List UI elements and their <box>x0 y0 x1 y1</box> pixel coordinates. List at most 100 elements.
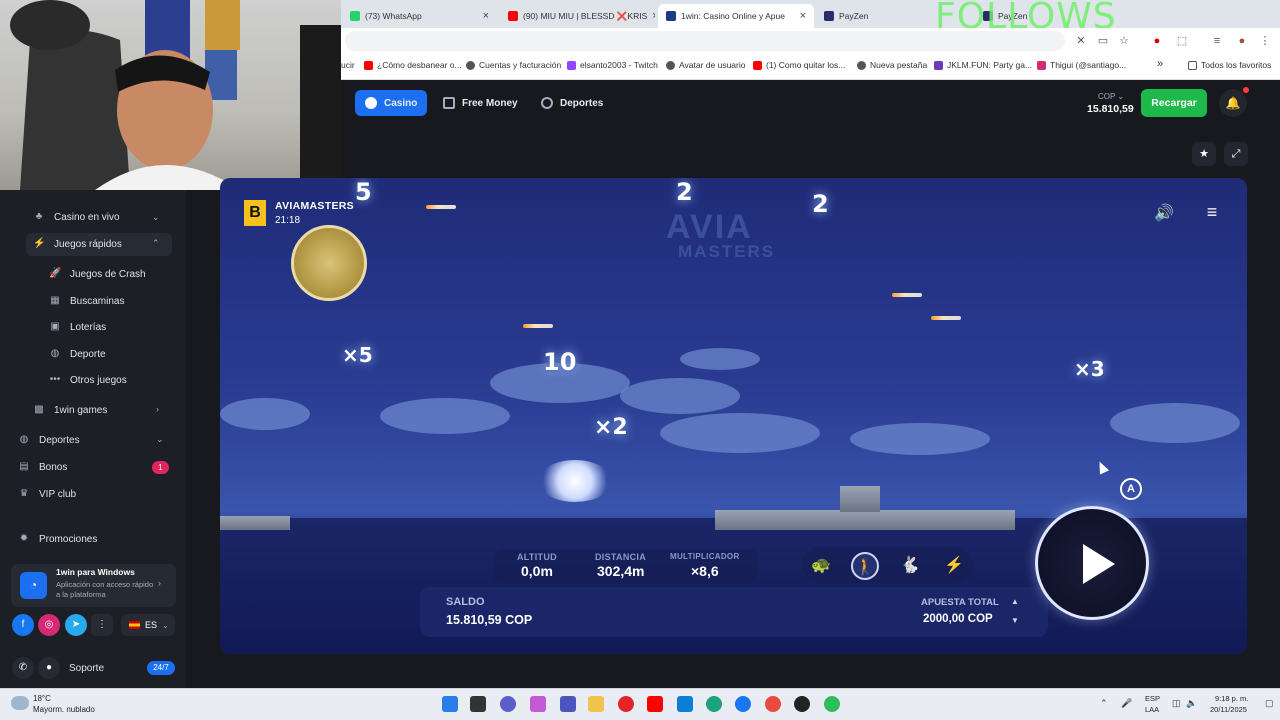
rabbit-icon[interactable]: 🐇 <box>896 552 924 580</box>
input-layout[interactable]: LAA <box>1145 705 1159 714</box>
notification-icon[interactable]: ▢ <box>1265 698 1274 709</box>
bookmark[interactable]: ucir <box>341 60 355 70</box>
sidebar-item-bonos[interactable]: ▤ Bonos <box>18 456 67 478</box>
obs-icon[interactable] <box>794 696 810 712</box>
sidebar-item-1win-games[interactable]: ▩ 1win games <box>33 399 107 421</box>
sidebar-item-vip-club[interactable]: ♛ VIP club <box>18 483 77 505</box>
lightning-icon[interactable]: ⚡ <box>940 552 968 580</box>
facebook-icon[interactable]: f <box>12 614 34 636</box>
sidebar-item-juegos-de-crash[interactable]: 🚀 Juegos de Crash <box>49 263 146 285</box>
chat-icon[interactable]: ● <box>38 657 60 679</box>
chrome-profile-icon[interactable] <box>824 696 840 712</box>
recargar-button[interactable]: Recargar <box>1141 89 1207 117</box>
telegram-icon[interactable]: ➤ <box>65 614 87 636</box>
sidebar-item-juegos-rapidos[interactable]: ⚡ Juegos rápidos <box>33 233 122 255</box>
nav-deportes[interactable]: Deportes <box>531 90 613 116</box>
language-select[interactable]: ES ⌄ <box>121 614 175 636</box>
task-view-icon[interactable] <box>470 696 486 712</box>
balance-currency[interactable]: COP ⌄ <box>1098 92 1124 101</box>
tab-1win[interactable]: 1win: Casino Online y Apue × <box>658 4 814 28</box>
carrier-tower <box>840 486 880 512</box>
bet-decrease-icon[interactable]: ▼ <box>1011 616 1019 625</box>
turtle-icon[interactable]: 🐢 <box>807 552 835 580</box>
tab-youtube[interactable]: (90) MIU MIU | BLESSD ❌KRIS × <box>500 4 655 28</box>
weather-cloud-icon[interactable] <box>11 696 29 710</box>
sound-icon[interactable]: 🔊 <box>1154 203 1174 223</box>
bell-icon[interactable]: 🔔 <box>1219 89 1247 117</box>
sidebar-item-casino-en-vivo[interactable]: ♣ Casino en vivo <box>33 206 120 228</box>
gamepad-icon: ▩ <box>34 404 44 415</box>
play-button[interactable] <box>1035 506 1149 620</box>
sidebar-item-label: Bonos <box>39 461 68 473</box>
more-vertical-icon[interactable]: ⋮ <box>91 614 113 636</box>
bookmark[interactable]: Nueva pestaña <box>857 60 927 70</box>
bookmark[interactable]: Thigui (@santiago... <box>1037 60 1126 70</box>
instagram-icon[interactable]: ◎ <box>38 614 60 636</box>
sidebar-item-promociones[interactable]: ✹ Promociones <box>18 528 98 550</box>
tab-whatsapp[interactable]: (73) WhatsApp × <box>342 4 497 28</box>
missile <box>931 316 961 320</box>
bookmarks-overflow[interactable]: » <box>1157 58 1163 70</box>
weather-temp[interactable]: 18°C <box>33 694 51 703</box>
menu-icon[interactable]: ≡ <box>1202 203 1222 223</box>
multiplicador-value: ×8,6 <box>691 563 719 579</box>
sidebar-item-loterias[interactable]: ▣ Loterías <box>49 316 106 338</box>
bookmark[interactable]: (1) Como quitar los... <box>753 60 845 70</box>
opera-icon[interactable] <box>618 696 634 712</box>
close-icon[interactable]: × <box>483 10 489 22</box>
sidebar-item-otros-juegos[interactable]: ••• Otros juegos <box>49 369 127 391</box>
chat-app-icon[interactable] <box>500 696 516 712</box>
edge-icon[interactable] <box>706 696 722 712</box>
bookmark[interactable]: elsanto2003 - Twitch <box>567 60 658 70</box>
walk-icon[interactable]: 🚶 <box>851 552 879 580</box>
tray-chevron-icon[interactable]: ⌃ <box>1100 698 1108 709</box>
input-language[interactable]: ESP <box>1145 694 1160 703</box>
sidebar-item-deporte[interactable]: ◍ Deporte <box>49 343 106 365</box>
teams-icon[interactable] <box>560 696 576 712</box>
nav-casino[interactable]: Casino <box>355 90 428 116</box>
bookmark[interactable]: JKLM.FUN: Party ga... <box>934 60 1032 70</box>
weather-desc[interactable]: Mayorm. nublado <box>33 705 95 714</box>
bookmark-all[interactable]: Todos los favoritos <box>1188 60 1271 70</box>
clock-time[interactable]: 9:18 p. m. <box>1215 694 1248 703</box>
close-icon[interactable]: × <box>652 10 655 22</box>
media-icon[interactable]: ≡ <box>1210 34 1224 48</box>
clock-date[interactable]: 20/11/2025 <box>1210 705 1247 714</box>
bookmark-label: » <box>1157 58 1164 70</box>
fullscreen-icon[interactable]: ⤢ <box>1224 142 1248 166</box>
cast-icon[interactable]: ▭ <box>1096 34 1110 48</box>
soporte-link[interactable]: Soporte <box>69 657 104 679</box>
sidebar-item-label: Casino en vivo <box>54 211 120 223</box>
windows-start-icon[interactable] <box>442 696 458 712</box>
mute-icon[interactable]: ✕ <box>1074 34 1088 48</box>
game-area[interactable]: B AVIAMASTERS 21:18 AVIA MASTERS 5 2 2 ×… <box>220 178 1247 654</box>
wifi-icon[interactable]: ◫ <box>1172 698 1181 709</box>
url-input[interactable] <box>345 31 1065 51</box>
game-brand: AVIAMASTERS <box>275 200 354 212</box>
bookmark[interactable]: Cuentas y facturación <box>466 60 561 70</box>
facebook-icon[interactable] <box>735 696 751 712</box>
copilot-icon[interactable] <box>530 696 546 712</box>
star-icon[interactable]: ☆ <box>1117 34 1131 48</box>
chrome-icon[interactable] <box>765 696 781 712</box>
nav-free-money[interactable]: Free Money <box>433 90 528 116</box>
bet-increase-icon[interactable]: ▲ <box>1011 597 1019 606</box>
profile-avatar[interactable]: ● <box>1235 34 1249 48</box>
favorite-star-icon[interactable]: ★ <box>1192 142 1216 166</box>
autoplay-icon[interactable]: A <box>1120 478 1142 500</box>
file-explorer-icon[interactable] <box>588 696 604 712</box>
phone-icon[interactable]: ✆ <box>12 657 34 679</box>
volume-icon[interactable]: 🔈 <box>1186 698 1197 709</box>
sidebar-item-buscaminas[interactable]: ▦ Buscaminas <box>49 290 124 312</box>
sidebar-item-deportes[interactable]: ◍ Deportes <box>18 429 80 451</box>
youtube-icon[interactable] <box>647 696 663 712</box>
extensions-icon[interactable]: ⬚ <box>1175 34 1189 48</box>
opera-icon[interactable]: ● <box>1150 34 1164 48</box>
more-icon[interactable]: ⋮ <box>1258 34 1272 48</box>
bookmark[interactable]: ¿Cómo desbanear o... <box>364 60 462 70</box>
store-icon[interactable] <box>677 696 693 712</box>
close-icon[interactable]: × <box>800 10 806 22</box>
bookmark[interactable]: Avatar de usuario <box>666 60 745 70</box>
microphone-icon[interactable]: 🎤 <box>1121 698 1132 709</box>
carrier-ship <box>715 510 1015 530</box>
